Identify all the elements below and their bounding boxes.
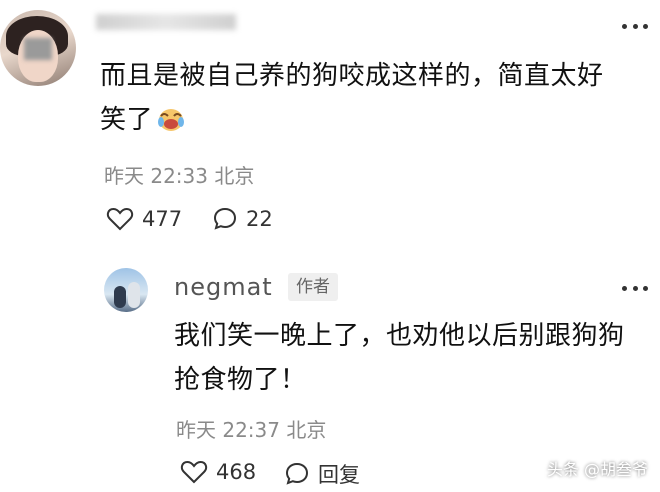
heart-icon — [180, 460, 208, 484]
comment-bubble-icon — [213, 207, 237, 230]
comment-text-line2-text: 笑了 — [100, 105, 154, 135]
avatar-figure — [114, 286, 126, 308]
avatar[interactable] — [0, 10, 76, 86]
comment-bubble-icon — [285, 462, 309, 485]
reply-count-button[interactable]: 22 — [212, 206, 273, 232]
reply-meta: 昨天 22:37 北京 — [176, 418, 327, 442]
reply-button[interactable]: 回复 — [284, 459, 360, 489]
reply-username[interactable]: negmat — [174, 273, 273, 301]
like-button[interactable]: 477 — [106, 206, 182, 232]
heart-icon — [106, 207, 134, 231]
watermark: 头条 @胡叁爷 — [546, 460, 648, 479]
reply-text-line2: 抢食物了！ — [174, 365, 307, 395]
like-count: 477 — [142, 207, 183, 231]
avatar-blur — [24, 38, 52, 60]
comment-text-line2: 笑了 — [100, 98, 604, 142]
reply-text-line1: 我们笑一晚上了，也劝他以后别跟狗狗 — [174, 321, 625, 351]
comment-text-line1: 而且是被自己养的狗咬成这样的，简直太好 — [100, 61, 604, 91]
author-badge: 作者 — [288, 273, 338, 301]
reply-label: 回复 — [318, 463, 360, 487]
more-options-icon[interactable] — [622, 284, 648, 292]
username-blurred[interactable] — [96, 14, 236, 30]
more-options-icon[interactable] — [622, 22, 648, 30]
reply-text: 我们笑一晚上了，也劝他以后别跟狗狗 抢食物了！ — [174, 314, 625, 402]
laughing-crying-emoji-icon — [157, 102, 185, 131]
reply-like-count: 468 — [216, 460, 257, 484]
reply-like-button[interactable]: 468 — [180, 459, 256, 485]
comment-text: 而且是被自己养的狗咬成这样的，简直太好 笑了 — [100, 54, 604, 142]
reply-avatar[interactable] — [104, 268, 148, 312]
avatar-figure — [128, 282, 140, 308]
comment-meta: 昨天 22:33 北京 — [104, 164, 255, 188]
reply-count: 22 — [246, 207, 273, 231]
